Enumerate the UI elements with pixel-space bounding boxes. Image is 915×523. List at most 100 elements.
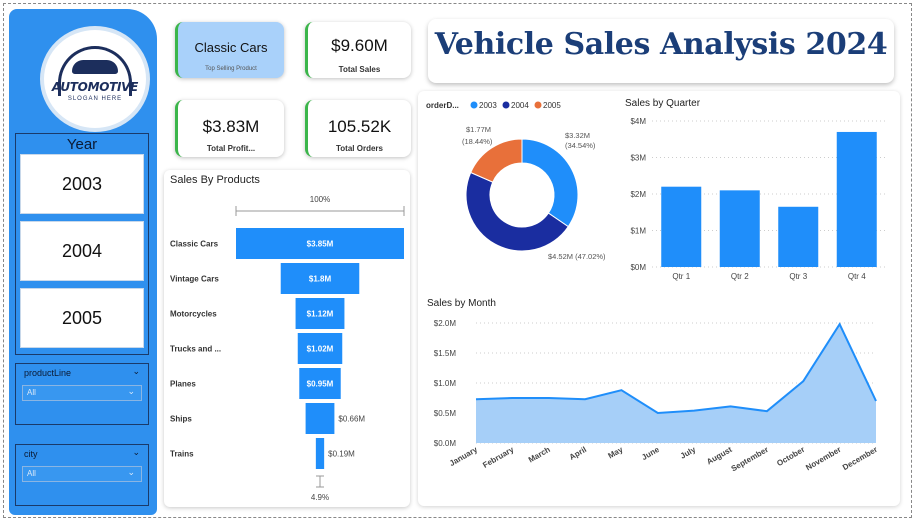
quarter-bar [778, 206, 819, 267]
total-orders-value: 105.52K [327, 117, 392, 136]
quarter-bar [719, 190, 760, 267]
month-x-tick: May [606, 445, 624, 461]
total-profit-label: Total Profit... [206, 144, 256, 153]
donut-legend-swatch [534, 101, 542, 109]
chevron-down-icon[interactable]: ⌄ [132, 366, 140, 377]
quarter-x-tick: Qtr 3 [789, 272, 807, 281]
donut-label-2003-pct: (34.54%) [565, 141, 596, 150]
donut-label-2004: $4.52M (47.02%) [548, 252, 606, 261]
quarter-bar-chart: $0M $1M $2M $3M $4M Qtr 1 Qtr 2 Qtr 3 Qtr 4 [630, 117, 886, 281]
report-title: Vehicle Sales Analysis 2024 [434, 27, 888, 62]
funnel-value-label: $0.95M [307, 380, 334, 389]
donut-legend-item: 2005 [543, 101, 561, 110]
total-profit-card: $3.83M Total Profit... [175, 100, 284, 157]
funnel-value-label: $0.66M [338, 415, 365, 424]
quarter-y-tick: $4M [630, 117, 646, 126]
chevron-down-icon[interactable]: ⌄ [132, 447, 140, 458]
month-x-tick: November [804, 445, 842, 472]
donut-slice [521, 138, 579, 228]
logo-slogan: SLOGAN HERE [67, 96, 123, 102]
top-product-card: Classic Cars Top Selling Product [175, 22, 284, 78]
total-sales-card: $9.60M Total Sales [305, 22, 411, 78]
quarter-y-tick: $1M [630, 227, 646, 236]
month-y-tick: $1.0M [434, 379, 457, 388]
chevron-down-icon: ⌄ [127, 467, 135, 477]
top-product-value: Classic Cars [194, 40, 268, 55]
funnel-category-label: Trains [170, 450, 194, 459]
funnel-category-label: Motorcycles [170, 310, 217, 319]
productline-dropdown-value: All [27, 388, 36, 397]
funnel-value-label: $1.12M [307, 310, 334, 319]
month-y-tick: $1.5M [434, 349, 457, 358]
quarter-y-tick: $0M [630, 263, 646, 272]
year-slicer: Year 2003 2004 2005 [15, 133, 149, 355]
productline-dropdown[interactable]: All ⌄ [22, 385, 142, 401]
total-sales-value: $9.60M [331, 36, 388, 55]
brand-logo: AUTOMOTIVE SLOGAN HERE [40, 26, 150, 132]
year-option-2004[interactable]: 2004 [20, 221, 144, 281]
quarter-x-tick: Qtr 2 [731, 272, 749, 281]
funnel-category-label: Classic Cars [170, 240, 219, 249]
funnel-bottom-label: 4.9% [311, 493, 329, 502]
month-x-tick: August [705, 445, 734, 467]
total-sales-label: Total Sales [338, 65, 381, 74]
city-slicer-label: city [24, 449, 38, 459]
donut-chart: orderD... 2003 2004 2005 $3.32M(34.54%) $4.52… [426, 101, 606, 261]
year-option-2005[interactable]: 2005 [20, 288, 144, 348]
donut-legend-swatch [502, 101, 510, 109]
quarter-x-tick: Qtr 4 [848, 272, 866, 281]
total-orders-label: Total Orders [336, 144, 383, 153]
month-y-tick: $0.0M [434, 439, 457, 448]
report-title-box: Vehicle Sales Analysis 2024 [428, 19, 894, 83]
funnel-top-label: 100% [310, 195, 330, 204]
month-x-tick: July [679, 445, 698, 461]
month-area-fill [476, 324, 876, 443]
month-x-tick: October [775, 445, 806, 468]
quarter-bar [836, 131, 877, 267]
quarter-x-tick: Qtr 1 [672, 272, 690, 281]
funnel-value-label: $0.19M [328, 450, 355, 459]
donut-legend-item: 2004 [511, 101, 529, 110]
city-dropdown-value: All [27, 469, 36, 478]
total-profit-value: $3.83M [202, 117, 260, 136]
car-icon [72, 60, 118, 74]
month-x-tick: February [481, 445, 516, 470]
month-y-tick: $2.0M [434, 319, 457, 328]
donut-legend-item: 2003 [479, 101, 497, 110]
funnel-category-label: Vintage Cars [170, 275, 219, 284]
city-slicer: city ⌄ All ⌄ [15, 444, 149, 506]
sales-by-quarter-title: Sales by Quarter [625, 98, 701, 109]
quarter-y-tick: $2M [630, 190, 646, 199]
funnel-category-label: Ships [170, 415, 192, 424]
sales-by-products-panel: Sales By Products 100% Classic Cars $3.85M… [164, 170, 410, 507]
month-area-chart: $0.0M $0.5M $1.0M $1.5M $2.0M January February… [434, 319, 879, 473]
funnel-value-label: $1.8M [309, 275, 332, 284]
top-product-label: Top Selling Product [205, 66, 257, 72]
month-x-tick: September [730, 445, 770, 473]
funnel-category-label: Trucks and ... [170, 345, 221, 354]
month-x-tick: June [640, 445, 661, 462]
year-option-2003[interactable]: 2003 [20, 154, 144, 214]
funnel-bar [305, 403, 335, 434]
month-y-tick: $0.5M [434, 409, 457, 418]
donut-label-2005-pct: (18.44%) [462, 137, 493, 146]
productline-slicer: productLine ⌄ All ⌄ [15, 363, 149, 425]
month-x-tick: January [448, 445, 480, 468]
year-slicer-title: Year [66, 136, 98, 153]
funnel-chart: 100% Classic Cars $3.85M Vintage Cars $1.8M M… [170, 195, 405, 502]
month-x-tick: December [841, 445, 879, 472]
charts-panel: orderD... 2003 2004 2005 $3.32M (34.54%) $4.52… [418, 91, 900, 506]
quarter-y-tick: $3M [630, 154, 646, 163]
quarter-bar [661, 186, 702, 267]
month-x-tick: April [568, 445, 588, 462]
month-x-tick: March [527, 445, 552, 465]
total-orders-card: 105.52K Total Orders [305, 100, 411, 157]
donut-label-2003-value: $3.32M [565, 131, 590, 140]
donut-legend-swatch [470, 101, 478, 109]
city-dropdown[interactable]: All ⌄ [22, 466, 142, 482]
funnel-category-label: Planes [170, 380, 196, 389]
chevron-down-icon: ⌄ [127, 386, 135, 396]
funnel-bar [315, 438, 325, 469]
logo-name: AUTOMOTIVE [51, 80, 139, 94]
productline-slicer-label: productLine [24, 368, 72, 378]
